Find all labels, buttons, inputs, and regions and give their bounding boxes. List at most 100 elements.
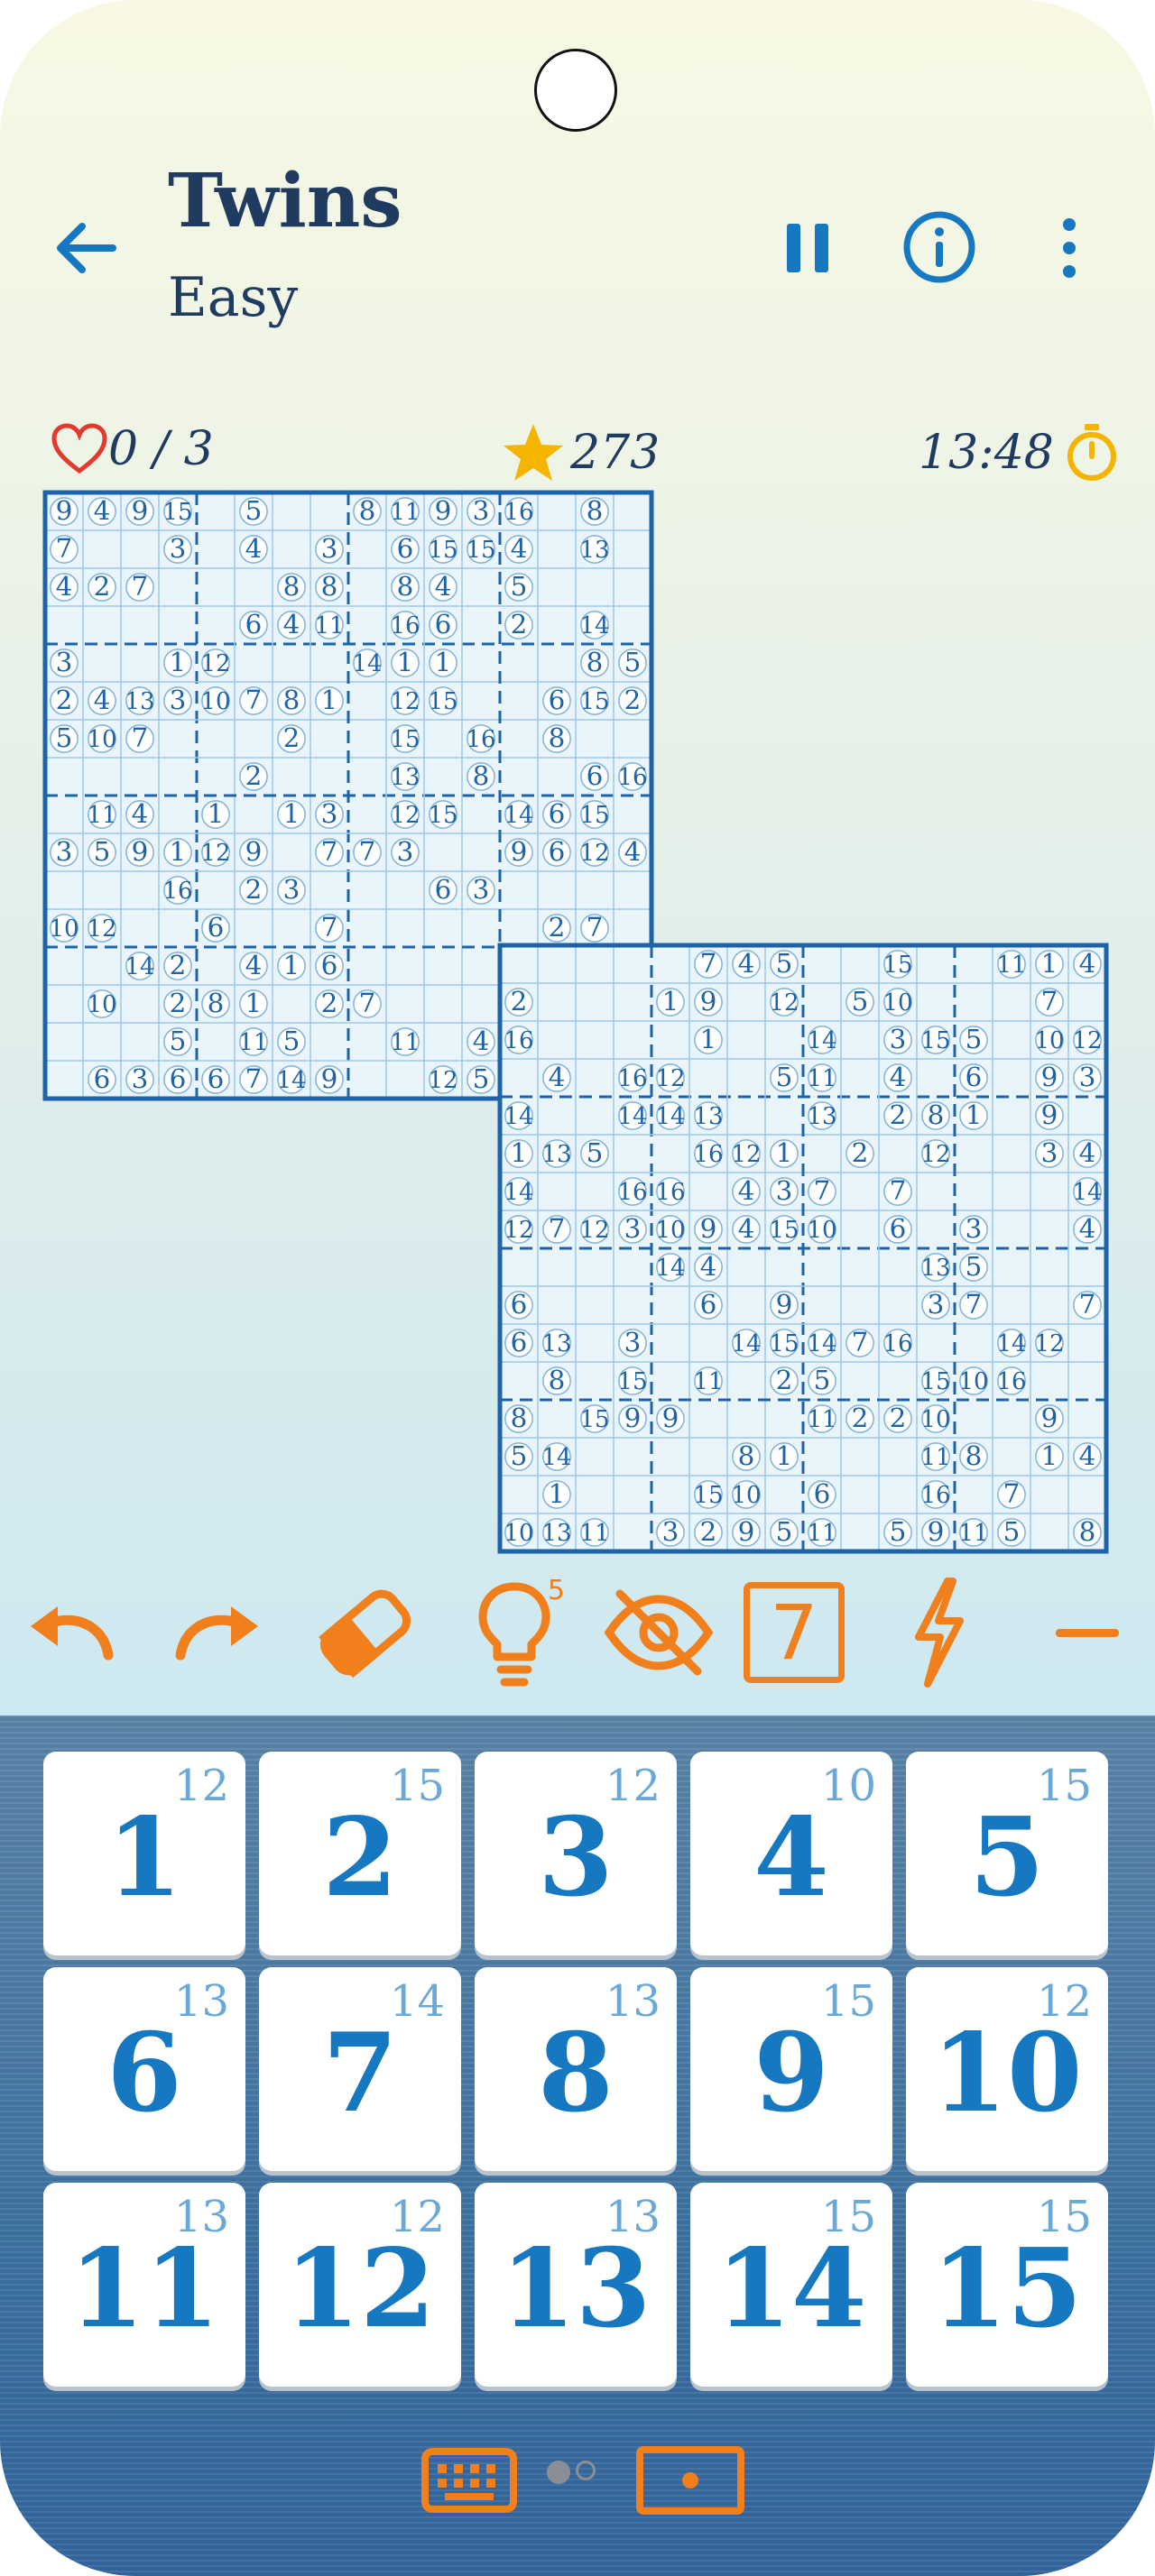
grid-top-cell-digit[interactable]: 1 (170, 647, 187, 677)
grid-bottom-cell-digit[interactable]: 3 (966, 1213, 983, 1244)
grid-top-cell-digit[interactable]: 9 (321, 1063, 338, 1094)
number-key-2[interactable]: 2 15 (259, 1752, 461, 1955)
grid-bottom-cell-digit[interactable]: 7 (1003, 1478, 1021, 1509)
grid-bottom-cell-digit[interactable]: 7 (852, 1327, 869, 1357)
grid-bottom-cell-digit[interactable]: 14 (996, 1330, 1026, 1357)
grid-bottom-cell-digit[interactable]: 10 (958, 1368, 988, 1395)
grid-bottom-cell-digit[interactable]: 12 (1034, 1330, 1064, 1357)
grid-bottom-cell-digit[interactable]: 11 (920, 1444, 950, 1471)
number-key-13[interactable]: 13 13 (475, 2183, 677, 2387)
grid-top-cell-digit[interactable]: 8 (473, 760, 490, 791)
pause-button[interactable] (767, 207, 848, 289)
grid-top-cell-digit[interactable]: 1 (397, 647, 414, 677)
grid-top-cell-digit[interactable]: 5 (283, 1026, 300, 1056)
grid-top-cell-digit[interactable]: 16 (504, 499, 533, 526)
grid-top-cell-digit[interactable]: 15 (579, 688, 609, 715)
grid-bottom-cell-digit[interactable]: 4 (738, 948, 755, 979)
grid-bottom-cell-digit[interactable]: 15 (579, 1406, 609, 1433)
grid-top-cell-digit[interactable]: 7 (132, 571, 149, 602)
grid-bottom-cell-digit[interactable]: 14 (617, 1103, 647, 1130)
grid-bottom-cell-digit[interactable]: 13 (807, 1103, 836, 1130)
grid-bottom-cell-digit[interactable]: 12 (769, 989, 799, 1017)
redo-button[interactable] (153, 1569, 280, 1696)
grid-bottom-cell-digit[interactable]: 6 (814, 1478, 831, 1509)
grid-top-cell-digit[interactable]: 12 (200, 840, 230, 867)
number-key-4[interactable]: 4 10 (690, 1752, 892, 1955)
grid-top-cell-digit[interactable]: 12 (200, 650, 230, 677)
number-key-8[interactable]: 8 13 (475, 1967, 677, 2171)
grid-top-cell-digit[interactable]: 5 (94, 836, 111, 867)
grid-top-cell-digit[interactable]: 8 (283, 571, 300, 602)
grid-bottom-cell-digit[interactable]: 9 (624, 1403, 642, 1433)
grid-top-cell-digit[interactable]: 7 (359, 836, 376, 867)
grid-bottom-cell-digit[interactable]: 1 (776, 1137, 793, 1168)
grid-top-cell-digit[interactable]: 9 (56, 495, 73, 526)
grid-top-cell-digit[interactable]: 2 (283, 722, 300, 753)
number-key-3[interactable]: 3 12 (475, 1752, 677, 1955)
grid-top-cell-digit[interactable]: 4 (56, 571, 73, 602)
grid-bottom-cell-digit[interactable]: 5 (776, 1062, 793, 1092)
lightning-button[interactable] (875, 1569, 1002, 1696)
grid-bottom-cell-digit[interactable]: 3 (776, 1175, 793, 1206)
grid-bottom-cell-digit[interactable]: 2 (890, 1403, 907, 1433)
grid-bottom-cell-digit[interactable]: 5 (776, 1516, 793, 1547)
grid-bottom-cell-digit[interactable]: 8 (966, 1440, 983, 1471)
grid-top-cell-digit[interactable]: 1 (245, 988, 263, 1018)
grid-top-cell-digit[interactable]: 13 (390, 764, 420, 791)
grid-top-cell-digit[interactable]: 4 (94, 495, 111, 526)
grid-top-cell-digit[interactable]: 15 (466, 537, 495, 564)
grid-top-cell-digit[interactable]: 7 (245, 1063, 263, 1094)
grid-bottom-cell-digit[interactable]: 9 (738, 1516, 755, 1547)
grid-bottom-cell-digit[interactable]: 1 (700, 1024, 717, 1054)
grid-top-cell-digit[interactable]: 7 (587, 912, 604, 943)
grid-top-cell-digit[interactable]: 6 (245, 609, 263, 639)
grid-bottom-cell-digit[interactable]: 6 (966, 1062, 983, 1092)
grid-bottom-cell-digit[interactable]: 8 (738, 1440, 755, 1471)
grid-bottom-cell-digit[interactable]: 10 (882, 989, 912, 1017)
grid-top-cell-digit[interactable]: 6 (321, 950, 338, 980)
grid-top-cell-digit[interactable]: 10 (87, 726, 116, 753)
grid-bottom-cell-digit[interactable]: 8 (928, 1099, 945, 1130)
grid-bottom-cell-digit[interactable]: 9 (928, 1516, 945, 1547)
grid-top-cell-digit[interactable]: 15 (428, 688, 457, 715)
grid-top-cell-digit[interactable]: 1 (283, 798, 300, 829)
grid-bottom-cell-digit[interactable]: 4 (738, 1213, 755, 1244)
eraser-button[interactable] (302, 1569, 429, 1696)
grid-top-cell-digit[interactable]: 8 (549, 722, 566, 753)
grid-top-cell-digit[interactable]: 8 (587, 647, 604, 677)
grid-top-cell-digit[interactable]: 14 (125, 953, 154, 980)
grid-top-cell-digit[interactable]: 8 (283, 685, 300, 715)
grid-bottom-cell-digit[interactable]: 8 (549, 1365, 566, 1395)
grid-top-cell-digit[interactable]: 5 (170, 1026, 187, 1056)
grid-bottom-cell-digit[interactable]: 1 (966, 1099, 983, 1130)
grid-bottom-cell-digit[interactable]: 5 (1003, 1516, 1021, 1547)
grid-bottom-cell-digit[interactable]: 13 (693, 1103, 723, 1130)
grid-bottom-cell-digit[interactable]: 7 (890, 1175, 907, 1206)
grid-top-cell-digit[interactable]: 1 (435, 647, 452, 677)
grid-bottom-cell-digit[interactable]: 5 (776, 948, 793, 979)
grid-bottom-cell-digit[interactable]: 7 (1041, 986, 1058, 1017)
grid-top-cell-digit[interactable]: 7 (359, 988, 376, 1018)
grid-bottom-cell-digit[interactable]: 12 (655, 1065, 685, 1092)
grid-top-cell-digit[interactable]: 2 (94, 571, 111, 602)
twins-puzzle-board[interactable]: 9 4 9 15 5 8 11 9 3 16 87 3 4 3 6 15 15 4 134 2 7 8 8 8 4 56 4 11 16… (0, 478, 1155, 1560)
grid-bottom-cell-digit[interactable]: 14 (1072, 1179, 1102, 1206)
grid-bottom-cell-digit[interactable]: 8 (511, 1403, 528, 1433)
grid-top-cell-digit[interactable]: 16 (162, 878, 192, 905)
grid-top-cell-digit[interactable]: 5 (473, 1063, 490, 1094)
grid-top-cell-digit[interactable]: 15 (162, 499, 192, 526)
grid-top-cell-digit[interactable]: 10 (87, 991, 116, 1018)
grid-top-cell-digit[interactable]: 16 (466, 726, 495, 753)
grid-bottom-cell-digit[interactable]: 11 (807, 1520, 836, 1547)
grid-top-cell-digit[interactable]: 8 (321, 571, 338, 602)
grid-bottom-cell-digit[interactable]: 6 (890, 1213, 907, 1244)
grid-top-cell-digit[interactable]: 2 (549, 912, 566, 943)
grid-top-cell-digit[interactable]: 16 (390, 612, 420, 639)
grid-top-cell-digit[interactable]: 3 (170, 533, 187, 564)
grid-top-cell-digit[interactable]: 3 (397, 836, 414, 867)
grid-bottom-cell-digit[interactable]: 12 (920, 1141, 950, 1168)
grid-bottom-cell-digit[interactable]: 14 (655, 1103, 685, 1130)
grid-bottom-cell-digit[interactable]: 15 (920, 1368, 950, 1395)
grid-top-cell-digit[interactable]: 13 (125, 688, 154, 715)
grid-top-cell-digit[interactable]: 15 (390, 726, 420, 753)
